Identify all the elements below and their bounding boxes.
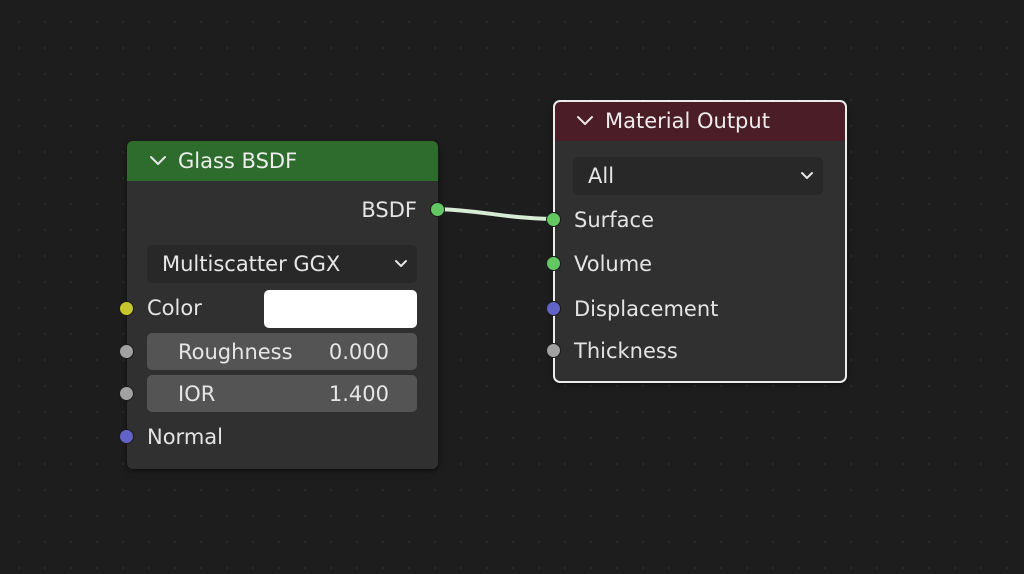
material-output-node-header[interactable]: Material Output [554,101,846,141]
link-bsdf-to-surface[interactable] [435,207,556,221]
target-dropdown[interactable]: All [573,157,823,195]
normal-label: Normal [147,425,223,449]
ior-field[interactable]: IOR 1.400 [147,375,417,412]
color-swatch[interactable] [264,290,417,328]
roughness-input-socket[interactable] [119,344,134,359]
surface-label: Surface [574,208,655,232]
distribution-value: Multiscatter GGX [162,252,341,276]
displacement-label: Displacement [574,297,719,321]
node-title: Material Output [605,109,770,133]
roughness-label: Roughness [178,339,293,364]
color-label: Color [147,296,202,320]
node-editor-canvas[interactable]: Glass BSDF BSDF Multiscatter GGX Color R… [0,0,1024,574]
node-title: Glass BSDF [178,149,298,173]
ior-value: 1.400 [328,381,389,406]
chevron-down-icon [801,172,813,179]
ior-input-socket[interactable] [119,386,134,401]
distribution-dropdown[interactable]: Multiscatter GGX [147,245,417,283]
glass-bsdf-node-header[interactable]: Glass BSDF [127,141,438,181]
collapse-chevron-icon[interactable] [147,150,169,172]
chevron-down-icon [395,260,407,267]
thickness-label: Thickness [574,339,678,363]
bsdf-output-socket[interactable] [430,202,445,217]
collapse-chevron-icon[interactable] [574,110,596,132]
output-socket-label: BSDF [361,198,417,222]
target-value: All [588,164,615,188]
volume-label: Volume [574,252,653,276]
glass-bsdf-node[interactable]: Glass BSDF BSDF Multiscatter GGX Color R… [119,141,445,469]
roughness-field[interactable]: Roughness 0.000 [147,333,417,370]
material-output-node[interactable]: Material Output All Surface Volume Displ… [546,100,847,383]
ior-label: IOR [178,381,216,406]
roughness-value: 0.000 [328,339,389,364]
